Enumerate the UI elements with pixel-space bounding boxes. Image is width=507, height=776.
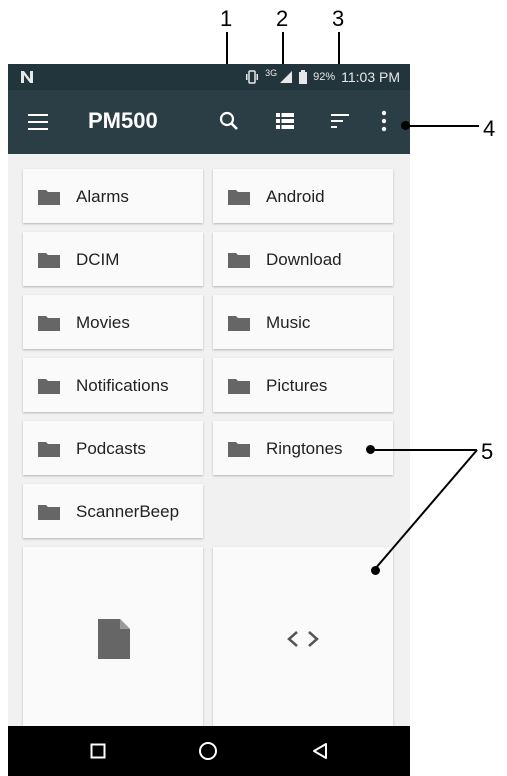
folder-label: Movies (76, 313, 130, 332)
folder-icon (228, 190, 250, 205)
folder-icon (38, 316, 60, 331)
app-bar: PM500 (8, 90, 410, 154)
callout-1: 1 (220, 6, 233, 31)
file-tile-code[interactable] (213, 547, 393, 727)
file-tile-document[interactable] (23, 547, 203, 727)
folder-label: DCIM (76, 250, 120, 269)
signal-icon (280, 71, 293, 83)
leader-line-4 (405, 125, 479, 127)
navigation-bar (8, 726, 410, 776)
folder-tile-movies[interactable]: Movies (23, 295, 203, 349)
folder-label: Notifications (76, 376, 169, 395)
battery-icon (299, 70, 308, 84)
folder-icon (38, 379, 60, 394)
vibrate-icon (246, 70, 259, 84)
network-type: 3G (265, 68, 278, 78)
back-icon[interactable] (311, 742, 329, 760)
folder-label: Pictures (266, 376, 328, 395)
device-screen: 3G 92% 11:03 PM PM500 Alarms Android DCI… (8, 64, 410, 776)
folder-label: Android (266, 187, 325, 206)
leader-dot-4 (401, 121, 410, 130)
document-icon (98, 619, 130, 659)
search-icon[interactable] (218, 110, 240, 132)
folder-label: Alarms (76, 187, 129, 206)
folder-tile-pictures[interactable]: Pictures (213, 358, 393, 412)
recents-icon[interactable] (90, 743, 106, 759)
folder-tile-music[interactable]: Music (213, 295, 393, 349)
callout-5: 5 (481, 439, 494, 464)
n-logo-icon (21, 71, 33, 83)
folder-tile-alarms[interactable]: Alarms (23, 169, 203, 223)
code-icon (287, 631, 319, 647)
folder-icon (38, 442, 60, 457)
home-icon[interactable] (198, 741, 218, 761)
folder-icon (228, 316, 250, 331)
status-bar: 3G 92% 11:03 PM (8, 64, 410, 90)
menu-icon[interactable] (28, 114, 48, 130)
folder-icon (38, 253, 60, 268)
folder-label: Ringtones (266, 439, 343, 458)
battery-percent: 92% (313, 71, 336, 83)
folder-tile-notifications[interactable]: Notifications (23, 358, 203, 412)
folder-icon (228, 442, 250, 457)
folder-icon (228, 379, 250, 394)
folder-tile-podcasts[interactable]: Podcasts (23, 421, 203, 475)
folder-tile-scannerbeep[interactable]: ScannerBeep (23, 484, 203, 538)
list-view-icon[interactable] (275, 111, 295, 131)
leader-dot-5b (371, 566, 380, 575)
clock: 11:03 PM (341, 69, 400, 85)
leader-line-5b (374, 449, 478, 570)
folder-icon (38, 190, 60, 205)
sort-icon[interactable] (330, 113, 350, 129)
folder-label: Download (266, 250, 342, 269)
folder-tile-dcim[interactable]: DCIM (23, 232, 203, 286)
callout-2: 2 (276, 6, 289, 31)
callout-4: 4 (483, 116, 496, 141)
overflow-menu-icon[interactable] (381, 110, 387, 132)
folder-tile-download[interactable]: Download (213, 232, 393, 286)
folder-label: Music (266, 313, 311, 332)
folder-label: ScannerBeep (76, 502, 180, 521)
status-indicators: 3G 92% 11:03 PM (245, 68, 400, 85)
folder-tile-android[interactable]: Android (213, 169, 393, 223)
folder-label: Podcasts (76, 439, 146, 458)
folder-icon (228, 253, 250, 268)
folder-icon (38, 505, 60, 520)
app-title: PM500 (88, 108, 158, 133)
callout-3: 3 (332, 6, 345, 31)
